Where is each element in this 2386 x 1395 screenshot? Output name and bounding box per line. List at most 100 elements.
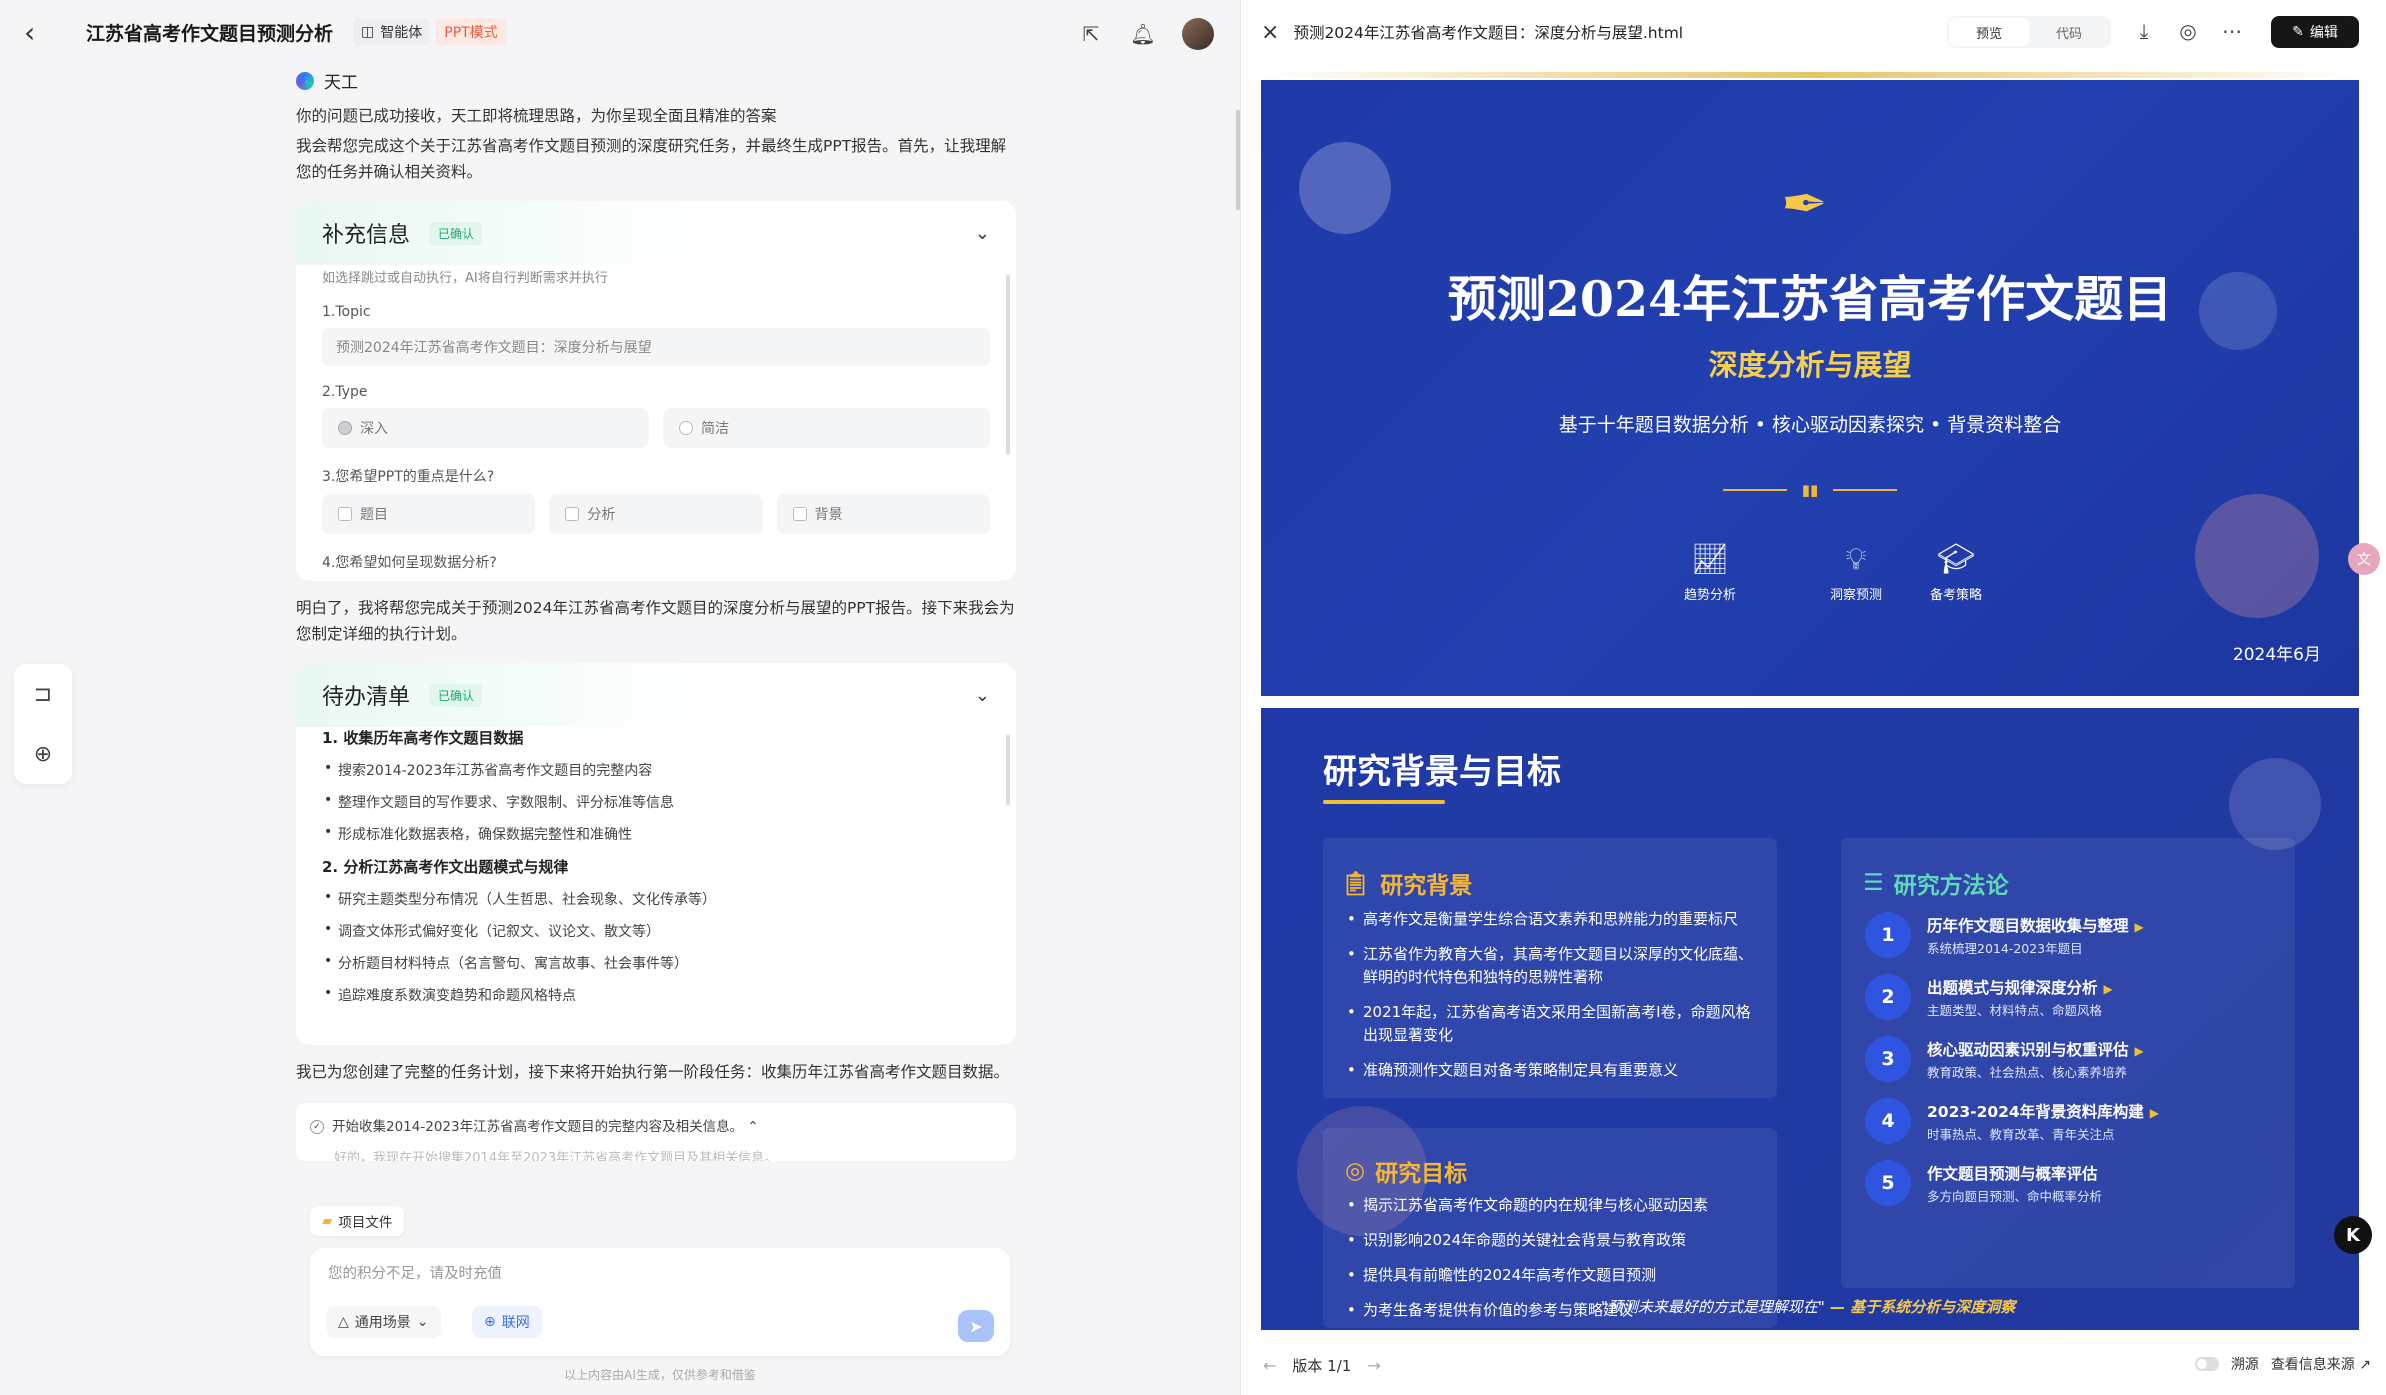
arrow-left-icon[interactable]: ← — [1263, 1356, 1276, 1375]
chevron-down-icon[interactable]: ⌄ — [975, 685, 990, 706]
option-label: 背景 — [814, 507, 843, 523]
source-toggle[interactable] — [2194, 1357, 2219, 1371]
scrollbar[interactable] — [1006, 735, 1010, 805]
slide-subtitle: 深度分析与展望 — [1708, 348, 1912, 382]
execution-step[interactable]: ✓ 开始收集2014-2023年江苏省高考作文题目的完整内容及相关信息。 ⌃ 好的… — [296, 1103, 1016, 1161]
strategy-label: 备考策略 — [1929, 588, 1982, 603]
graduation-cap-icon: 🎓︎ — [1936, 542, 1976, 577]
slide-title: 研究背景与目标 — [1323, 752, 1561, 792]
tab-preview[interactable]: 预览 — [1949, 18, 2029, 46]
confirmed-badge: 已确认 — [430, 221, 483, 245]
list-item: 揭示江苏省高考作文命题的内在规律与核心驱动因素 — [1345, 1194, 1765, 1217]
type-option-deep[interactable]: 深入 — [322, 408, 649, 448]
insight-label: 洞察预测 — [1829, 588, 1882, 603]
type-label: 2.Type — [322, 384, 368, 400]
methodology-box: ☰ 研究方法论 1 历年作文题目数据收集与整理 ▶ 系统梳理2014-2023年题目 2… — [1841, 838, 2295, 1288]
project-file-label: 项目文件 — [338, 1215, 393, 1231]
info-card-title: 补充信息 — [322, 223, 411, 248]
trend-analysis-label: 趋势分析 — [1683, 588, 1736, 603]
todo-card-header[interactable]: 待办清单 已确认 ⌄ — [296, 663, 1016, 727]
slides-preview[interactable]: ✒ 预测2024年江苏省高考作文题目 深度分析与展望 基于十年题目数据分析 • … — [1261, 72, 2359, 1330]
type-option-brief[interactable]: 简洁 — [663, 408, 990, 448]
execution-detail: 好的，我现在开始搜集2014年至2023年江苏省高考作文题目及其相关信息。 — [334, 1151, 778, 1161]
scene-select[interactable]: △ 通用场景 ⌄ — [326, 1306, 441, 1338]
data-view-label: 4.您希望如何呈现数据分析? — [322, 555, 497, 571]
list-item: 2021年起，江苏省高考语文采用全国新高考Ⅰ卷，命题风格出现显著变化 — [1345, 1001, 1765, 1047]
external-link-icon: ↗ — [2359, 1357, 2371, 1373]
clipboard-icon: 📋︎ — [1341, 870, 1371, 897]
radio-icon — [679, 421, 693, 435]
robot-icon: ◫ — [361, 24, 375, 40]
web-search-toggle[interactable]: ⊕ 联网 — [472, 1306, 542, 1338]
method-step: 1 历年作文题目数据收集与整理 ▶ 系统梳理2014-2023年题目 — [1865, 912, 2144, 958]
info-card-header[interactable]: 补充信息 已确认 ⌄ — [296, 201, 1016, 265]
k-float-button[interactable]: K — [2334, 1216, 2372, 1254]
tab-code[interactable]: 代码 — [2029, 18, 2109, 46]
lightbulb-icon: 💡︎ — [1845, 542, 1867, 577]
download-icon[interactable]: ⤓ — [2131, 18, 2157, 44]
globe-icon: ⊕ — [484, 1314, 496, 1330]
new-chat-icon[interactable]: ⊕ — [30, 741, 56, 767]
step-desc: 系统梳理2014-2023年题目 — [1927, 940, 2083, 956]
check-icon: ✓ — [310, 1120, 324, 1134]
title-slide: ✒ 预测2024年江苏省高考作文题目 深度分析与展望 基于十年题目数据分析 • … — [1261, 80, 2359, 696]
bot-header: 天工 — [296, 68, 1016, 93]
step-number: 2 — [1865, 974, 1911, 1020]
share-icon[interactable]: ⇱ — [1078, 21, 1104, 47]
list-item: 提供具有前瞻性的2024年高考作文题目预测 — [1345, 1264, 1765, 1287]
panel-toggle-icon[interactable]: ⊐ — [30, 681, 56, 707]
book-divider: ▮▮ — [1723, 478, 1897, 502]
step-number: 3 — [1865, 1036, 1911, 1082]
todo-card: 待办清单 已确认 ⌄ 1. 收集历年高考作文题目数据 搜索2014-2023年江… — [296, 663, 1016, 1045]
radio-icon — [338, 421, 352, 435]
step-number: 1 — [1865, 912, 1911, 958]
preview-header: × 预测2024年江苏省高考作文题目：深度分析与展望.html 预览 代码 ⤓ … — [1241, 0, 2386, 64]
arrow-right-icon[interactable]: → — [1367, 1356, 1380, 1375]
compass-icon[interactable]: ◎ — [2175, 18, 2201, 44]
option-label: 简洁 — [701, 421, 729, 437]
step-number: 5 — [1865, 1160, 1911, 1206]
focus-option-topic[interactable]: 题目 — [322, 494, 536, 534]
background-slide: 研究背景与目标 📋︎ 研究背景 高考作文是衡量学生综合语文素养和思辨能力的重要标尺… — [1261, 708, 2359, 1330]
chart-line-icon: 📈︎ — [1690, 542, 1730, 577]
preview-footer: ← 版本 1/1 → 溯源 查看信息来源 ↗ — [1241, 1340, 2386, 1390]
preview-panel: × 预测2024年江苏省高考作文题目：深度分析与展望.html 预览 代码 ⤓ … — [1240, 0, 2386, 1395]
checkbox-icon — [338, 507, 352, 521]
agent-tag-label: 智能体 — [380, 25, 423, 41]
avatar[interactable] — [1182, 18, 1214, 50]
pen-icon: ✒ — [1781, 172, 1828, 237]
pencil-icon: ✎ — [2292, 24, 2304, 40]
send-button[interactable]: ➤ — [958, 1310, 994, 1342]
quote-text: "预测未来最好的方式是理解现在" — [1601, 1298, 1825, 1316]
step-desc: 教育政策、社会热点、核心素养培养 — [1927, 1064, 2128, 1080]
scrollbar[interactable] — [1006, 275, 1010, 455]
method-step: 3 核心驱动因素识别与权重评估 ▶ 教育政策、社会热点、核心素养培养 — [1865, 1036, 2144, 1082]
close-icon[interactable]: × — [1261, 20, 1279, 45]
bot-message: 明白了，我将帮您完成关于预测2024年江苏省高考作文题目的深度分析与展望的PPT… — [296, 599, 1015, 643]
step-number: 4 — [1865, 1098, 1911, 1144]
bell-icon[interactable]: 🔔︎ — [1130, 21, 1156, 47]
list-item: 准确预测作文题目对备考策略制定具有重要意义 — [1345, 1059, 1765, 1082]
chevron-up-icon[interactable]: ⌃ — [747, 1119, 758, 1135]
topic-field[interactable]: 预测2024年江苏省高考作文题目：深度分析与展望 — [322, 328, 990, 366]
more-icon[interactable]: ⋯ — [2219, 18, 2245, 44]
translate-float-button[interactable]: 文 — [2348, 543, 2380, 575]
project-file-button[interactable]: ▰ 项目文件 — [310, 1206, 405, 1236]
research-goal-title: 研究目标 — [1375, 1161, 1468, 1187]
research-background-title: 研究背景 — [1380, 873, 1473, 899]
todo-item: 形成标准化数据表格，确保数据完整性和准确性 — [322, 824, 990, 844]
slide-quote: "预测未来最好的方式是理解现在" — 基于系统分析与深度洞察 — [1601, 1296, 2015, 1317]
edit-button[interactable]: ✎ 编辑 — [2271, 16, 2359, 48]
focus-option-background[interactable]: 背景 — [776, 494, 990, 534]
scene-label: 通用场景 — [354, 1315, 411, 1331]
send-icon: ➤ — [969, 1316, 983, 1336]
back-icon[interactable]: ‹ — [24, 16, 64, 49]
chevron-down-icon[interactable]: ⌄ — [975, 223, 990, 244]
edit-label: 编辑 — [2309, 25, 2338, 41]
warning-icon: △ — [338, 1314, 349, 1330]
list-item: 识别影响2024年命题的关键社会背景与教育政策 — [1345, 1229, 1765, 1252]
focus-option-analysis[interactable]: 分析 — [549, 494, 763, 534]
view-sources-link[interactable]: 查看信息来源 ↗ — [2271, 1354, 2371, 1374]
chat-input[interactable]: 您的积分不足，请及时充值 △ 通用场景 ⌄ ⊕ 联网 ➤ — [310, 1248, 1010, 1356]
step-title: 出题模式与规律深度分析 — [1927, 978, 2098, 997]
